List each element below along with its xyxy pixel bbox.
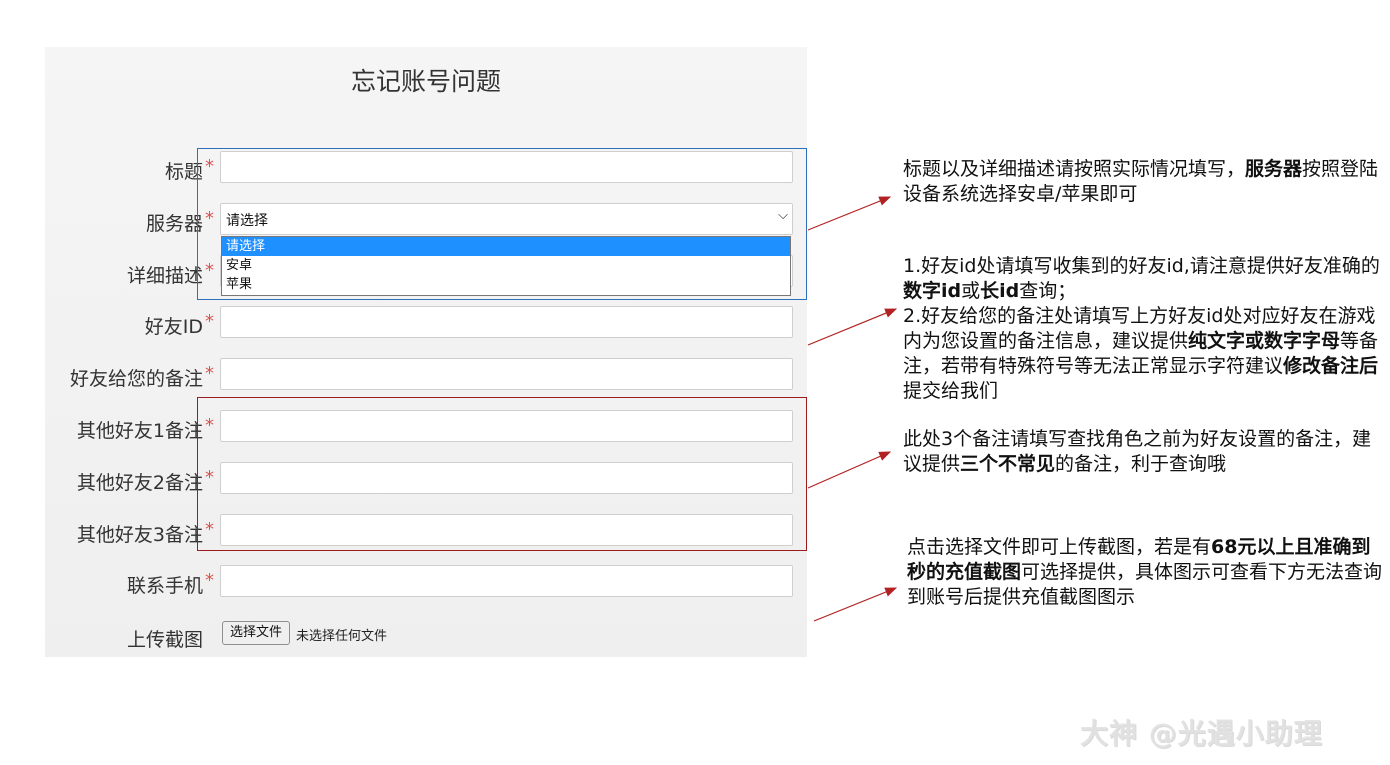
choose-file-button[interactable]: 选择文件 [222, 621, 291, 645]
note-title-server: 标题以及详细描述请按照实际情况填写，服务器按照登陆设备系统选择安卓/苹果即可 [903, 157, 1383, 207]
note-bold: 纯文字或数字字母 [1188, 330, 1341, 352]
watermark: 大神 @光遇小助理 [1080, 717, 1323, 750]
field-label-other-note-3: 其他好友3备注 [76, 524, 203, 546]
note-bold: 数字id [903, 280, 962, 302]
field-row-upload: 上传截图 [45, 619, 807, 655]
server-dropdown-list: 请选择 安卓 苹果 [221, 236, 791, 296]
note-bold: 修改备注后 [1283, 355, 1379, 377]
highlight-box-red [197, 397, 807, 551]
note-bold: 长id [980, 280, 1020, 302]
note-text: 的备注，利于查询哦 [1055, 453, 1227, 475]
file-status-text: 未选择任何文件 [296, 629, 388, 644]
server-option[interactable]: 安卓 [222, 256, 790, 275]
note-text: 点击选择文件即可上传截图，若是有 [907, 536, 1212, 558]
field-label-phone: 联系手机 [126, 575, 203, 597]
friend-id-input[interactable] [220, 306, 793, 338]
form-panel: 忘记账号问题 标题 * 服务器 * 请选择 ⌵ 详细描述 * 好友ID * 好友… [45, 47, 807, 657]
field-label-upload: 上传截图 [126, 629, 203, 651]
note-upload: 点击选择文件即可上传截图，若是有68元以上且准确到秒的充值截图可选择提供，具体图… [907, 535, 1387, 610]
required-mark: * [205, 363, 214, 384]
server-option[interactable]: 苹果 [222, 275, 790, 294]
field-row-friend-note: 好友给您的备注 * [45, 358, 807, 394]
arrow-4 [813, 587, 898, 622]
field-label-server: 服务器 [145, 213, 203, 235]
arrow-1 [807, 196, 892, 231]
note-text: 查询； [1019, 280, 1077, 302]
note-friend-id: 1.好友id处请填写收集到的好友id,请注意提供好友准确的数字id或长id查询；… [903, 254, 1383, 404]
field-row-phone: 联系手机 * [45, 565, 807, 601]
form-title: 忘记账号问题 [350, 67, 501, 96]
friend-note-input[interactable] [220, 358, 793, 390]
field-label-description: 详细描述 [126, 265, 203, 287]
required-mark: * [205, 570, 214, 591]
field-label-friend-note: 好友给您的备注 [69, 368, 203, 390]
required-mark: * [205, 311, 214, 332]
field-label-friend-id: 好友ID [144, 316, 203, 338]
note-other-notes: 此处3个备注请填写查找角色之前为好友设置的备注，建议提供三个不常见的备注，利于查… [903, 427, 1383, 477]
phone-input[interactable] [220, 565, 793, 597]
note-bold: 三个不常见 [960, 453, 1056, 475]
field-label-other-note-1: 其他好友1备注 [76, 420, 203, 442]
arrow-3 [807, 451, 892, 489]
field-label-other-note-2: 其他好友2备注 [76, 472, 203, 494]
field-row-friend-id: 好友ID * [45, 306, 807, 342]
note-text: 提交给我们 [903, 380, 999, 402]
note-text: 标题以及详细描述请按照实际情况填写， [903, 158, 1246, 180]
server-option[interactable]: 请选择 [222, 237, 790, 256]
note-text: 1.好友id处请填写收集到的好友id,请注意提供好友准确的 [903, 255, 1380, 277]
note-bold: 服务器 [1245, 158, 1303, 180]
note-text: 或 [961, 280, 981, 302]
arrow-2 [807, 308, 898, 346]
